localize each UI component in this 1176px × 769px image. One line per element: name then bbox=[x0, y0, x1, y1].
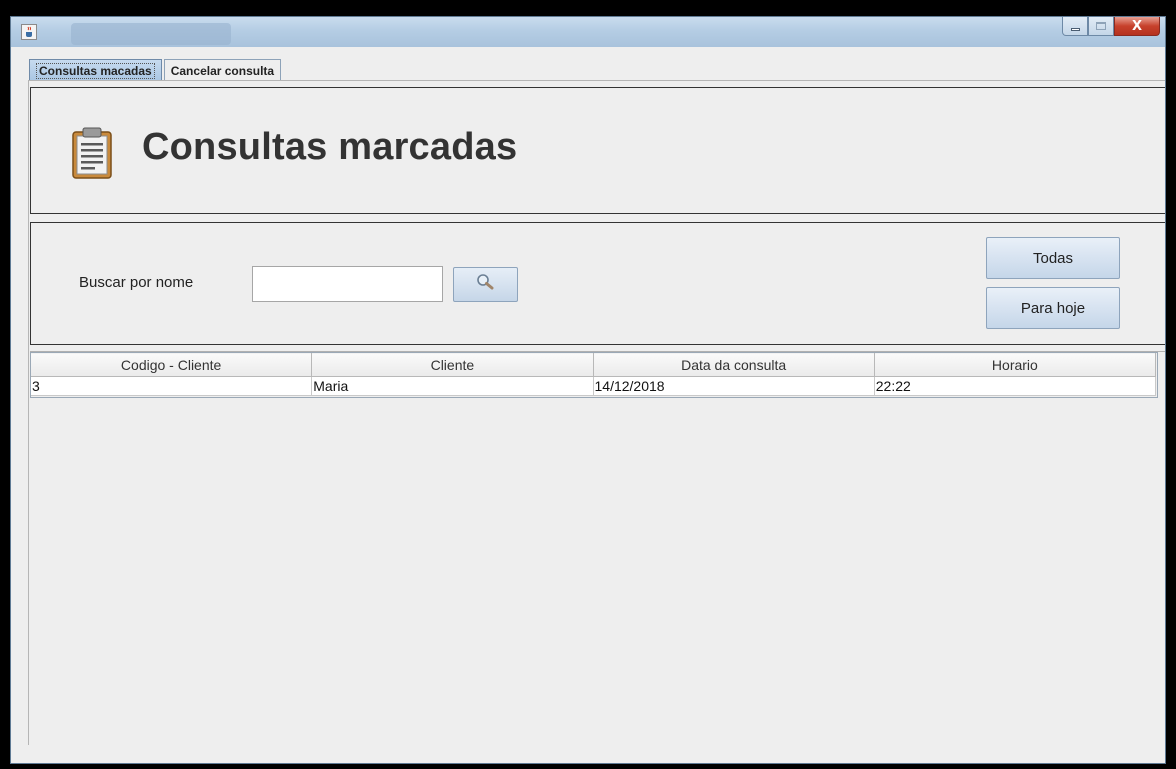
todas-button[interactable]: Todas bbox=[986, 237, 1120, 279]
cell-codigo[interactable]: 3 bbox=[29, 376, 313, 396]
results-table: Codigo - Cliente Cliente Data da consult… bbox=[29, 352, 1157, 396]
app-window: X Consultas macadas Cancelar consulta Co… bbox=[10, 16, 1166, 764]
search-input[interactable] bbox=[252, 266, 443, 302]
results-table-area: Codigo - Cliente Cliente Data da consult… bbox=[29, 351, 1165, 738]
search-panel: Buscar por nome Todas Para hoje bbox=[30, 222, 1165, 345]
maximize-icon bbox=[1096, 22, 1106, 30]
table-header-row: Codigo - Cliente Cliente Data da consult… bbox=[29, 352, 1157, 377]
window-bottom-edge bbox=[11, 745, 1165, 763]
column-header-horario[interactable]: Horario bbox=[873, 352, 1157, 377]
title-bar[interactable]: X bbox=[11, 17, 1165, 47]
tab-label: Consultas macadas bbox=[36, 62, 155, 79]
cell-data[interactable]: 14/12/2018 bbox=[592, 376, 875, 396]
close-button[interactable]: X bbox=[1114, 17, 1160, 36]
column-header-data[interactable]: Data da consulta bbox=[592, 352, 875, 377]
column-header-codigo[interactable]: Codigo - Cliente bbox=[29, 352, 313, 377]
tab-bar: Consultas macadas Cancelar consulta bbox=[29, 59, 283, 81]
search-label: Buscar por nome bbox=[79, 274, 194, 291]
maximize-button[interactable] bbox=[1088, 17, 1114, 36]
column-header-cliente[interactable]: Cliente bbox=[311, 352, 594, 377]
cell-cliente[interactable]: Maria bbox=[311, 376, 594, 396]
para-hoje-button[interactable]: Para hoje bbox=[986, 287, 1120, 329]
tab-cancelar-consulta[interactable]: Cancelar consulta bbox=[163, 59, 282, 81]
java-coffee-icon[interactable] bbox=[21, 24, 37, 40]
close-icon: X bbox=[1131, 18, 1143, 34]
window-controls: X bbox=[1062, 17, 1160, 37]
clipboard-icon bbox=[71, 126, 113, 185]
tab-label: Cancelar consulta bbox=[170, 63, 275, 78]
tab-consultas-marcadas[interactable]: Consultas macadas bbox=[29, 59, 162, 81]
page-title: Consultas marcadas bbox=[142, 126, 518, 168]
magnifier-icon bbox=[475, 272, 497, 297]
header-panel: Consultas marcadas bbox=[30, 87, 1165, 214]
cell-horario[interactable]: 22:22 bbox=[873, 376, 1157, 396]
search-button[interactable] bbox=[453, 267, 518, 302]
minimize-button[interactable] bbox=[1062, 17, 1088, 36]
tab-content: Consultas marcadas Buscar por nome Todas… bbox=[28, 80, 1165, 758]
minimize-icon bbox=[1070, 27, 1080, 31]
table-row[interactable]: 3 Maria 14/12/2018 22:22 bbox=[29, 376, 1157, 396]
